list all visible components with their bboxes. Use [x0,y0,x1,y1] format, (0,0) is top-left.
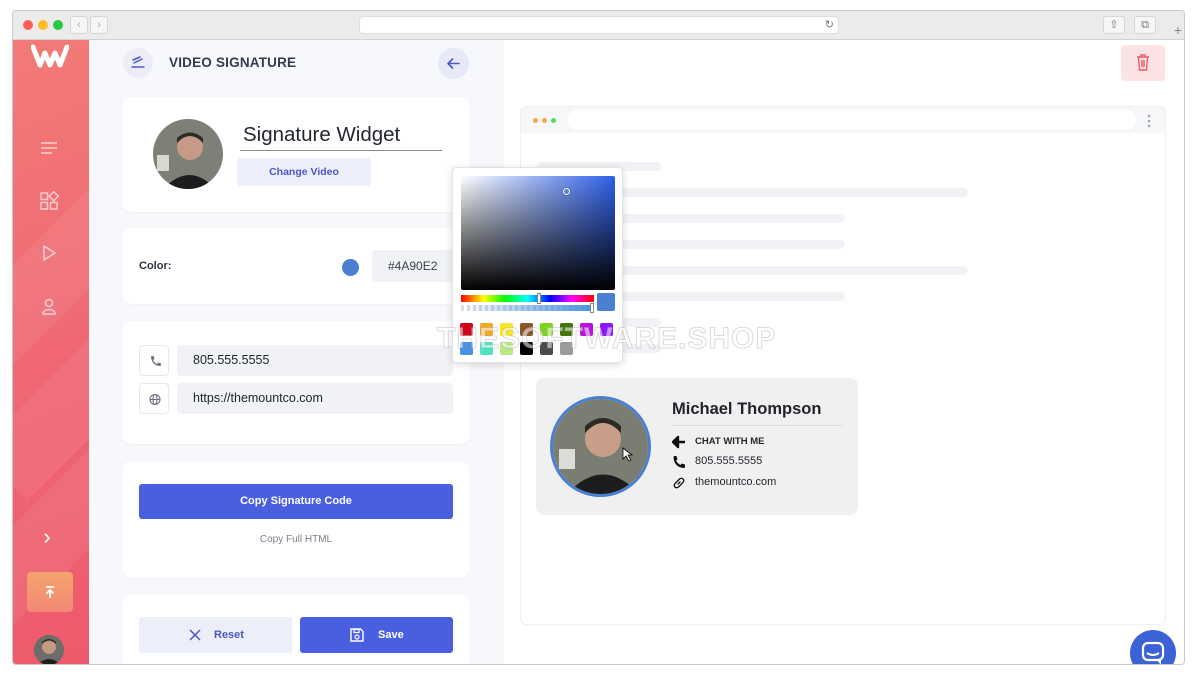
reload-icon[interactable]: ↻ [825,17,834,34]
zoom-window-button[interactable] [53,20,63,30]
close-icon [189,629,201,641]
save-button[interactable]: Save [300,617,453,653]
header-badge [123,48,153,78]
back-nav-icon[interactable]: ‹ [70,16,88,34]
widget-card: Signature Widget Change Video [123,97,469,212]
save-icon [350,628,364,642]
new-tab-icon[interactable]: + [1174,22,1182,38]
contact-card: 805.555.5555 https://themountco.com [123,321,469,444]
sidebar: › [13,40,89,664]
tabs-icon[interactable]: ⧉ [1134,16,1156,34]
hue-slider-handle[interactable] [537,293,541,304]
actions-card: Reset Save [123,595,469,664]
arrow-left-icon [447,58,460,69]
app-logo[interactable] [31,44,69,68]
preview-toolbar [521,107,1165,133]
signature-divider [672,425,843,426]
phone-input[interactable]: 805.555.5555 [177,345,453,376]
watermark-text: THESOFTWARE.SHOP [436,322,777,356]
signature-website: themountco.com [695,476,777,488]
link-icon [673,477,685,489]
phone-icon [151,356,161,366]
delete-button[interactable] [1121,45,1165,81]
color-card: Color: #4A90E2 [123,228,469,304]
color-label: Color: [139,260,172,272]
reset-label: Reset [214,629,244,641]
website-input[interactable]: https://themountco.com [177,383,453,414]
signature-name: Michael Thompson [672,400,822,418]
color-preview [597,293,615,311]
arrow-left-icon [672,435,685,449]
chat-label: CHAT WITH ME [695,436,765,447]
signature-phone: 805.555.5555 [695,455,763,467]
alpha-slider[interactable] [461,305,594,311]
globe-icon [149,393,161,406]
reset-button[interactable]: Reset [139,617,292,653]
user-avatar[interactable] [34,635,64,664]
address-bar[interactable]: ↻ [359,16,839,34]
copy-card: Copy Signature Code Copy Full HTML [123,461,469,578]
trash-icon [1137,54,1149,71]
preview-dot [533,118,538,123]
chat-icon [1141,641,1165,664]
support-chat-button[interactable] [1130,630,1176,664]
color-swatch[interactable] [342,259,359,276]
forward-nav-icon[interactable]: › [90,16,108,34]
phone-icon [673,456,685,468]
phone-field-icon [139,345,169,376]
minimize-window-button[interactable] [38,20,48,30]
preview-url-bar [567,110,1136,130]
copy-signature-code-button[interactable]: Copy Signature Code [139,484,453,519]
website-field-icon [139,383,169,414]
share-icon[interactable]: ⇧ [1103,16,1125,34]
change-video-button[interactable]: Change Video [237,158,371,186]
signature-preview-card: Michael Thompson CHAT WITH ME 805.555.55… [536,378,858,515]
video-thumbnail[interactable] [153,119,223,189]
user-icon[interactable] [39,296,59,316]
widget-name-input[interactable]: Signature Widget [240,123,442,151]
menu-lines-icon[interactable] [39,138,59,158]
hue-slider[interactable] [461,295,594,302]
signature-icon [131,56,145,68]
saturation-value-handle[interactable] [563,188,570,195]
save-label: Save [378,629,404,641]
browser-toolbar: ‹ › ↻ ⇧ ⧉ + [13,11,1184,40]
signature-video-thumbnail[interactable] [550,396,651,497]
preview-dot [551,118,556,123]
back-button[interactable] [438,48,469,79]
page-title: VIDEO SIGNATURE [169,55,297,70]
saturation-value-area[interactable] [461,176,615,290]
alpha-slider-handle[interactable] [590,303,594,313]
kebab-menu-icon [1147,114,1151,128]
copy-full-html-link[interactable]: Copy Full HTML [123,534,469,545]
upload-button[interactable] [27,572,73,612]
chevron-right-icon[interactable]: › [37,524,57,550]
preview-dot [542,118,547,123]
close-window-button[interactable] [23,20,33,30]
play-icon[interactable] [39,243,59,263]
upload-icon [45,586,55,598]
dashboard-grid-icon[interactable] [39,191,59,211]
